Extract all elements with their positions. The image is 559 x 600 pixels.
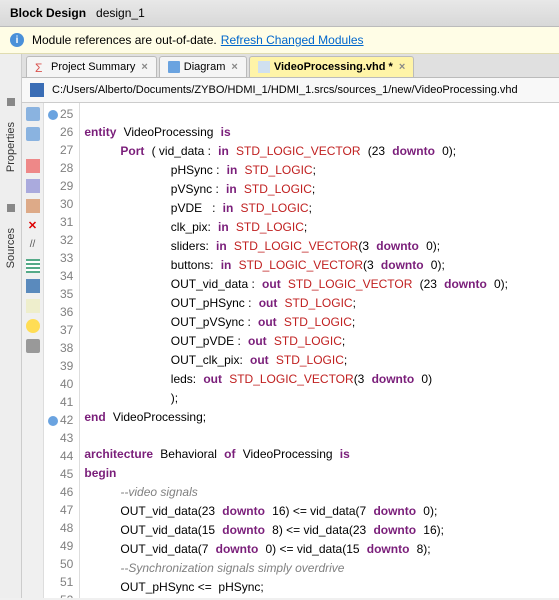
save-icon[interactable] xyxy=(30,83,44,97)
settings-icon[interactable] xyxy=(26,339,40,353)
comment-icon[interactable]: // xyxy=(26,239,40,253)
paste-icon[interactable] xyxy=(26,199,40,213)
tab-label: Project Summary xyxy=(51,61,135,73)
refresh-link[interactable]: Refresh Changed Modules xyxy=(221,33,364,47)
undo-icon[interactable] xyxy=(26,107,40,121)
tab-diagram[interactable]: Diagram × xyxy=(159,56,247,77)
find-icon[interactable] xyxy=(26,299,40,313)
select-icon[interactable] xyxy=(26,279,40,293)
header-title: Block Design xyxy=(10,6,86,20)
info-icon: i xyxy=(10,33,24,47)
close-icon[interactable]: × xyxy=(231,61,237,73)
format-icon[interactable] xyxy=(26,259,40,273)
redo-icon[interactable] xyxy=(26,127,40,141)
notice-bar: i Module references are out-of-date. Ref… xyxy=(0,27,559,54)
close-icon[interactable]: × xyxy=(399,61,405,73)
header-subtitle: design_1 xyxy=(96,6,145,20)
editor-gutter: ✕ // xyxy=(22,103,44,598)
sidebar-vertical-tabs: Properties Sources xyxy=(0,54,22,598)
delete-icon[interactable]: ✕ xyxy=(26,219,40,233)
block-design-header: Block Design design_1 xyxy=(0,0,559,27)
cut-icon[interactable] xyxy=(26,159,40,173)
bulb-icon[interactable] xyxy=(26,319,40,333)
file-path: C:/Users/Alberto/Documents/ZYBO/HDMI_1/H… xyxy=(52,84,518,96)
code-editor[interactable]: entity VideoProcessing is Port ( vid_dat… xyxy=(80,103,559,598)
sources-icon[interactable] xyxy=(7,204,15,212)
tab-label: Diagram xyxy=(184,61,226,73)
copy-icon[interactable] xyxy=(26,179,40,193)
sources-tab[interactable]: Sources xyxy=(2,216,20,280)
sigma-icon: Σ xyxy=(35,61,47,73)
notice-text: Module references are out-of-date. xyxy=(32,33,217,47)
properties-icon[interactable] xyxy=(7,98,15,106)
vhdl-icon xyxy=(258,61,270,73)
tab-label: VideoProcessing.vhd * xyxy=(274,61,393,73)
line-numbers: 2526272829303132333435363738394041424344… xyxy=(44,103,80,598)
close-icon[interactable]: × xyxy=(141,61,147,73)
properties-tab[interactable]: Properties xyxy=(2,110,20,184)
editor-tabs: Σ Project Summary × Diagram × VideoProce… xyxy=(22,54,559,78)
tab-videoprocessing[interactable]: VideoProcessing.vhd * × xyxy=(249,56,414,77)
path-bar: C:/Users/Alberto/Documents/ZYBO/HDMI_1/H… xyxy=(22,78,559,103)
tab-project-summary[interactable]: Σ Project Summary × xyxy=(26,56,157,77)
diagram-icon xyxy=(168,61,180,73)
